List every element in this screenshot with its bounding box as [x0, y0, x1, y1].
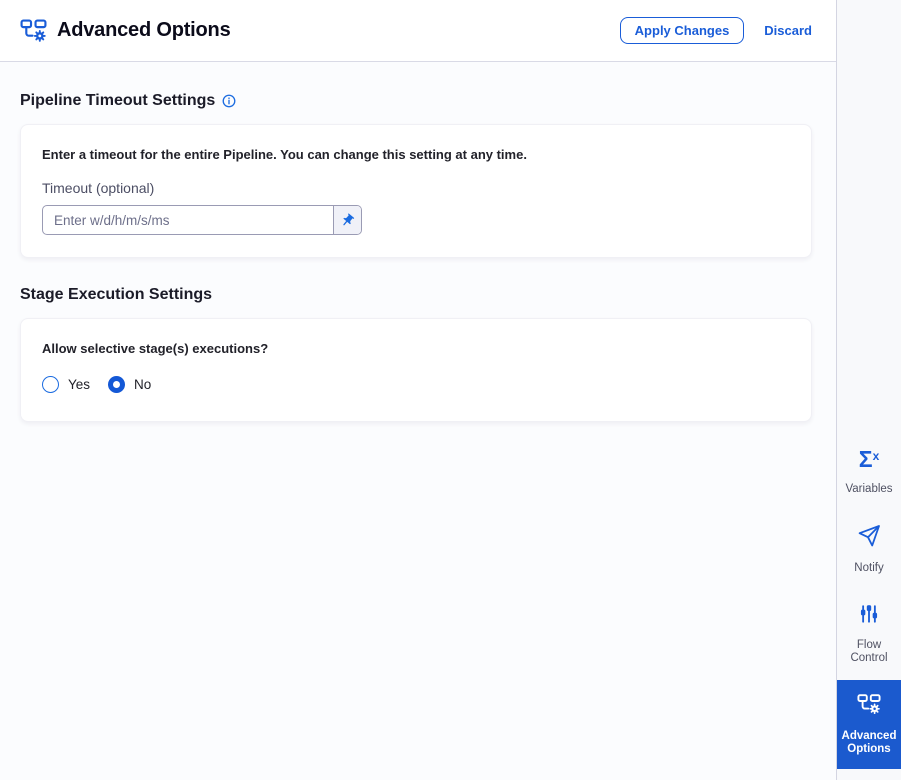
sidebar-item-label: Advanced Options	[841, 729, 897, 755]
pin-icon[interactable]	[333, 206, 361, 234]
sidebar-item-variables[interactable]: Σx Variables	[837, 434, 901, 510]
radio-no-label: No	[134, 377, 152, 392]
timeout-input-group	[42, 205, 362, 235]
radio-yes-label: Yes	[68, 377, 91, 392]
stage-execution-heading: Stage Execution Settings	[20, 286, 812, 304]
pipeline-gear-icon	[857, 692, 881, 721]
sidebar-item-label: Flow Control	[850, 639, 888, 665]
sliders-icon	[858, 603, 880, 630]
sidebar-item-label: Variables	[845, 482, 893, 495]
stage-execution-heading-text: Stage Execution Settings	[20, 286, 213, 303]
paper-plane-icon	[857, 524, 881, 553]
pipeline-timeout-card: Enter a timeout for the entire Pipeline.…	[20, 124, 812, 258]
radio-option-yes[interactable]: Yes	[42, 376, 90, 393]
selective-stage-question: Allow selective stage(s) executions?	[42, 341, 269, 356]
apply-changes-button[interactable]: Apply Changes	[619, 17, 745, 44]
sidebar-item-label: Notify	[854, 561, 884, 574]
pipeline-timeout-heading: Pipeline Timeout Settings	[20, 92, 812, 110]
sidebar-item-advanced-options[interactable]: Advanced Options	[837, 679, 901, 769]
page-title: Advanced Options	[57, 19, 231, 41]
pipeline-gear-icon	[20, 17, 47, 44]
sigma-x-icon: Σx	[858, 445, 880, 472]
sidebar-item-flow-control[interactable]: Flow Control	[837, 589, 901, 679]
right-sidebar: Σx Variables Notify Flow Control Advance…	[836, 0, 901, 780]
sidebar-item-notify[interactable]: Notify	[837, 510, 901, 589]
info-icon[interactable]	[222, 94, 236, 108]
panel-header: Advanced Options Apply Changes Discard	[0, 0, 836, 62]
discard-link[interactable]: Discard	[764, 23, 812, 38]
advanced-options-panel: Advanced Options Apply Changes Discard P…	[0, 0, 836, 780]
timeout-label: Timeout (optional)	[42, 180, 155, 196]
radio-option-no[interactable]: No	[108, 376, 151, 393]
selective-stage-radio-group: Yes No	[42, 376, 790, 393]
pipeline-timeout-heading-text: Pipeline Timeout Settings	[20, 92, 216, 109]
timeout-input[interactable]	[43, 206, 333, 234]
radio-yes[interactable]	[42, 376, 59, 393]
panel-content: Pipeline Timeout Settings Enter a timeou…	[0, 62, 836, 780]
timeout-description: Enter a timeout for the entire Pipeline.…	[42, 147, 527, 162]
radio-no[interactable]	[108, 376, 126, 393]
stage-execution-card: Allow selective stage(s) executions? Yes…	[20, 318, 812, 422]
